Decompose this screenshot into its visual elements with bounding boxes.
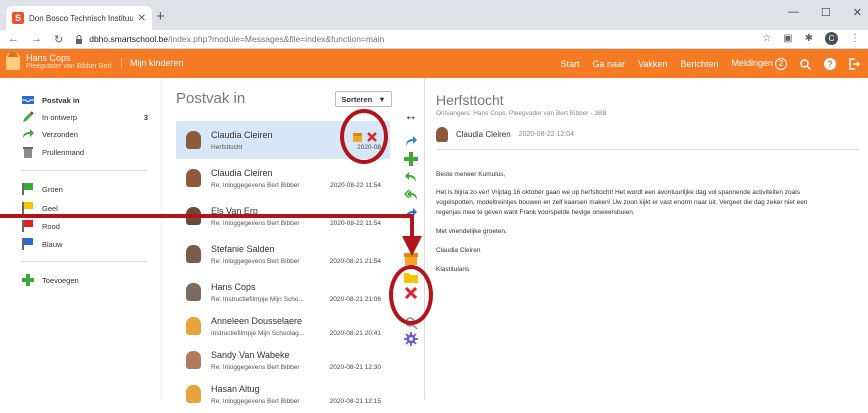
annotation-arrow — [0, 214, 422, 256]
